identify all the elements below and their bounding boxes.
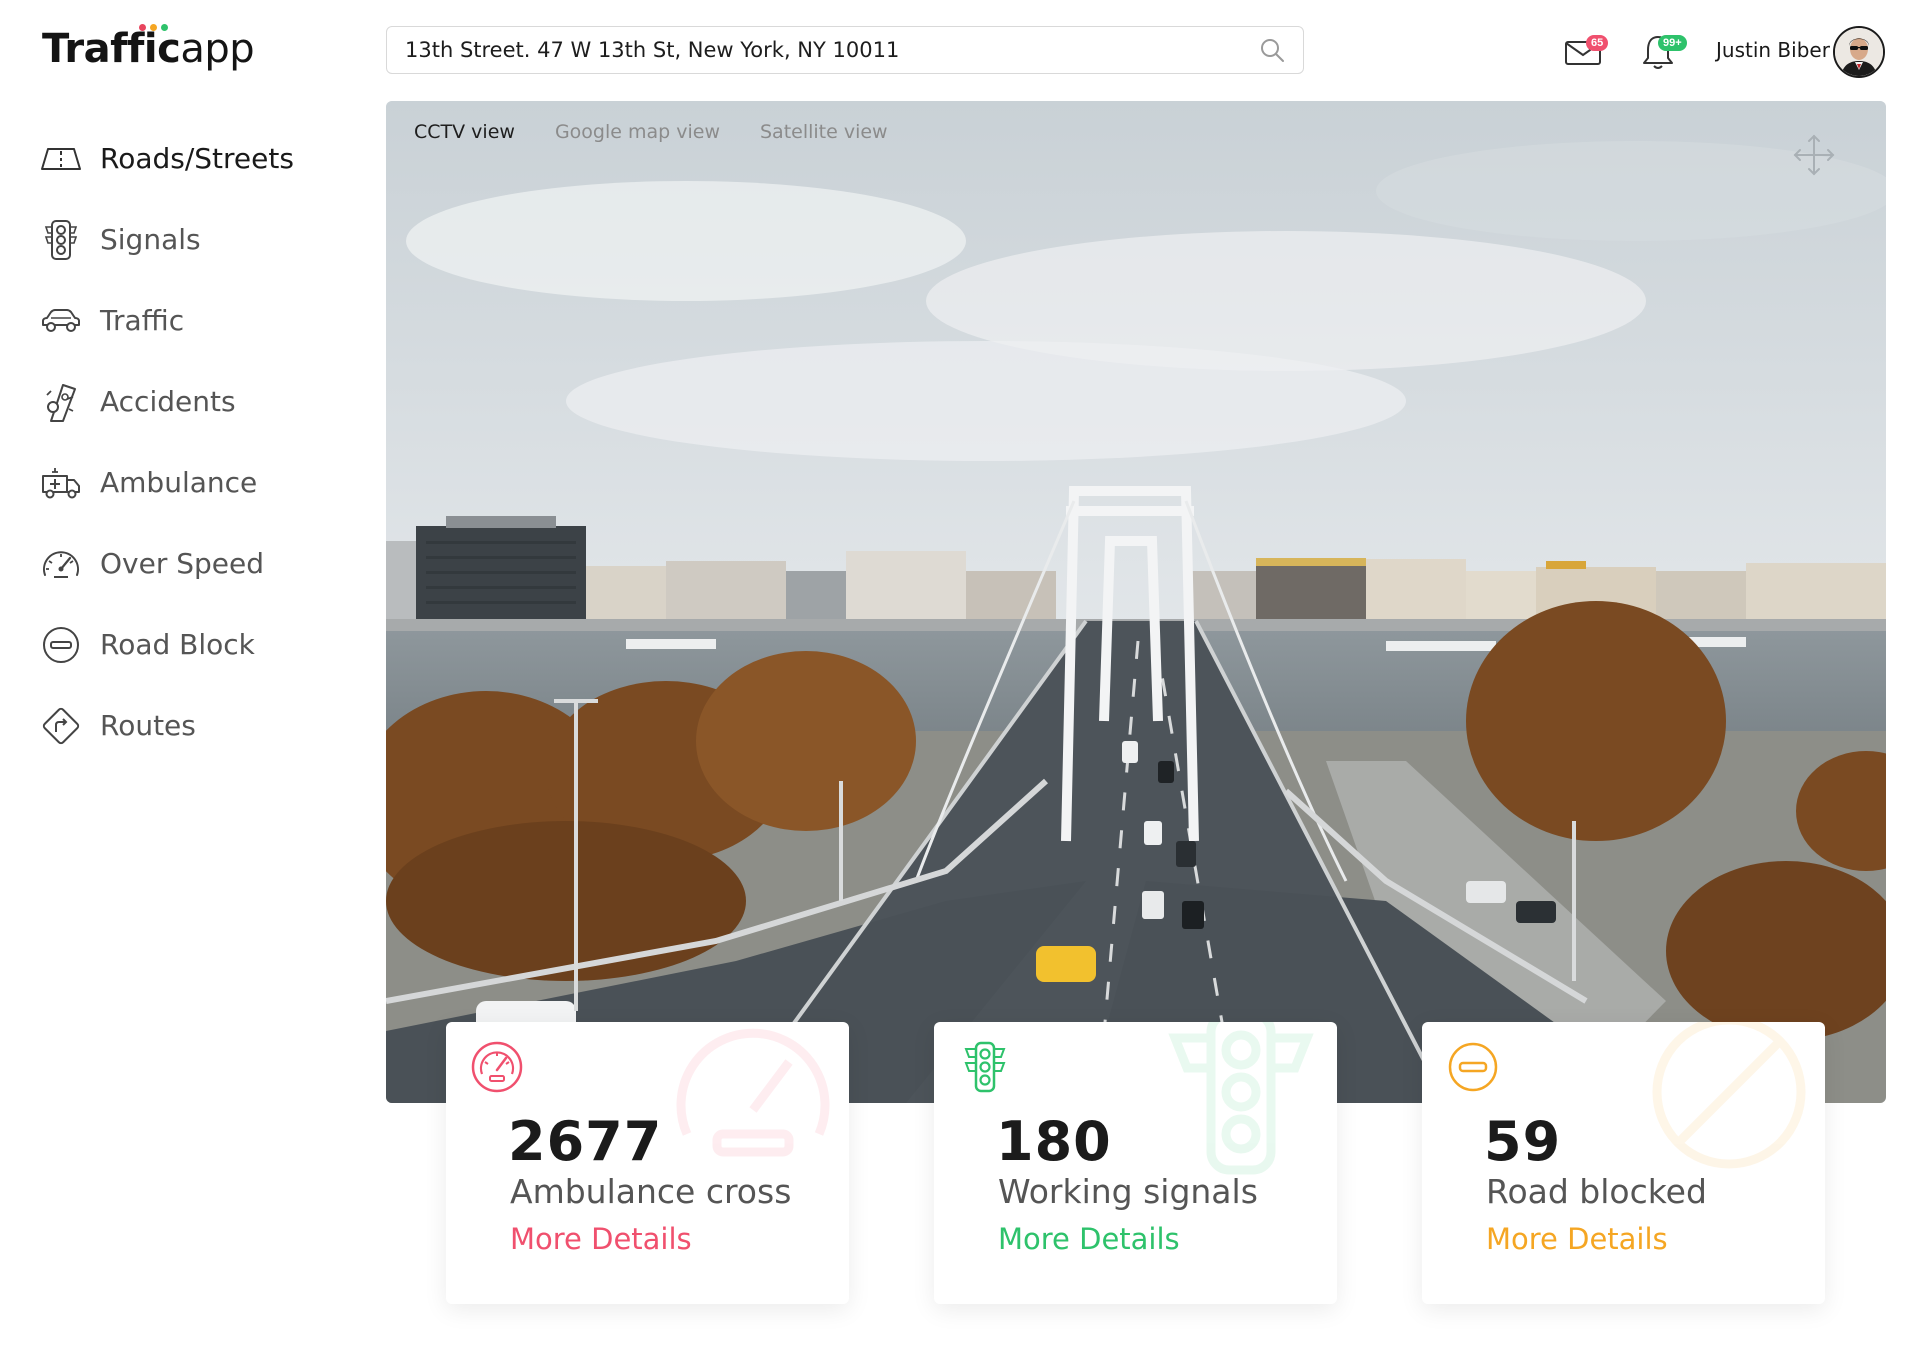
search-input[interactable] [405, 38, 1257, 62]
stat-card-ambulance: 2677 Ambulance cross More Details [446, 1022, 849, 1304]
sidebar-item-accidents[interactable]: Accidents [38, 361, 358, 442]
ambulance-cross-label: Ambulance cross [510, 1172, 792, 1211]
working-signals-label: Working signals [998, 1172, 1258, 1211]
sidebar-nav: Roads/Streets Signals Traffic Accidents … [38, 118, 358, 766]
avatar[interactable] [1833, 26, 1885, 78]
car-icon [38, 298, 84, 344]
cctv-view-panel[interactable]: CCTV view Google map view Satellite view [386, 101, 1886, 1103]
working-signals-count: 180 [996, 1110, 1112, 1173]
route-sign-icon [38, 703, 84, 749]
speedometer-icon [471, 1041, 523, 1093]
ambulance-icon [38, 460, 84, 506]
user-name[interactable]: Justin Biber [1716, 38, 1830, 62]
cctv-camera-feed [386, 101, 1886, 1103]
sidebar-item-label: Over Speed [100, 547, 265, 580]
accident-icon [38, 379, 84, 425]
sidebar-item-over-speed[interactable]: Over Speed [38, 523, 358, 604]
search-icon[interactable] [1257, 35, 1287, 65]
sidebar-item-label: Roads/Streets [100, 142, 294, 175]
sidebar-item-roads-streets[interactable]: Roads/Streets [38, 118, 358, 199]
notification-badge: 99+ [1658, 35, 1687, 51]
ambulance-cross-count: 2677 [508, 1110, 663, 1173]
speedometer-watermark-icon [676, 1028, 830, 1157]
speedometer-icon [38, 541, 84, 587]
sidebar-item-road-block[interactable]: Road Block [38, 604, 358, 685]
sidebar-item-label: Road Block [100, 628, 255, 661]
sidebar-item-label: Routes [100, 709, 196, 742]
stat-card-signals: 180 Working signals More Details [934, 1022, 1337, 1304]
app-logo[interactable]: Trafficapp [42, 24, 255, 72]
sidebar-item-ambulance[interactable]: Ambulance [38, 442, 358, 523]
tab-satellite-view[interactable]: Satellite view [760, 121, 888, 143]
sidebar-item-label: Traffic [100, 304, 185, 337]
tab-cctv-view[interactable]: CCTV view [414, 121, 515, 143]
sidebar-item-traffic[interactable]: Traffic [38, 280, 358, 361]
road-block-icon [1448, 1042, 1498, 1092]
move-arrows-icon [1793, 134, 1835, 176]
notification-button[interactable]: 99+ [1636, 30, 1687, 74]
sidebar-item-routes[interactable]: Routes [38, 685, 358, 766]
road-blocked-count: 59 [1484, 1110, 1562, 1173]
logo-text: Traffic [42, 26, 181, 72]
stat-card-road-block: 59 Road blocked More Details [1422, 1022, 1825, 1304]
user-photo [1835, 28, 1883, 76]
sidebar-item-label: Signals [100, 223, 201, 256]
road-block-more-details-link[interactable]: More Details [1486, 1222, 1668, 1256]
mail-button[interactable]: 65 [1562, 30, 1609, 74]
logo-dots [139, 24, 168, 31]
view-tabs: CCTV view Google map view Satellite view [414, 121, 888, 143]
traffic-light-watermark-icon [1168, 1022, 1314, 1175]
traffic-light-icon [38, 217, 84, 263]
signals-more-details-link[interactable]: More Details [998, 1222, 1180, 1256]
road-block-icon [38, 622, 84, 668]
ambulance-more-details-link[interactable]: More Details [510, 1222, 692, 1256]
search-bar [386, 26, 1304, 74]
road-blocked-label: Road blocked [1486, 1172, 1707, 1211]
sidebar-item-label: Accidents [100, 385, 236, 418]
sidebar-item-signals[interactable]: Signals [38, 199, 358, 280]
road-icon [38, 136, 84, 182]
mail-badge: 65 [1586, 35, 1609, 51]
logo-suffix: app [180, 26, 255, 72]
road-block-watermark-icon [1652, 1022, 1806, 1169]
expand-view-button[interactable] [1788, 129, 1840, 181]
sidebar-item-label: Ambulance [100, 466, 258, 499]
traffic-light-icon [964, 1041, 1006, 1093]
tab-google-map-view[interactable]: Google map view [555, 121, 720, 143]
